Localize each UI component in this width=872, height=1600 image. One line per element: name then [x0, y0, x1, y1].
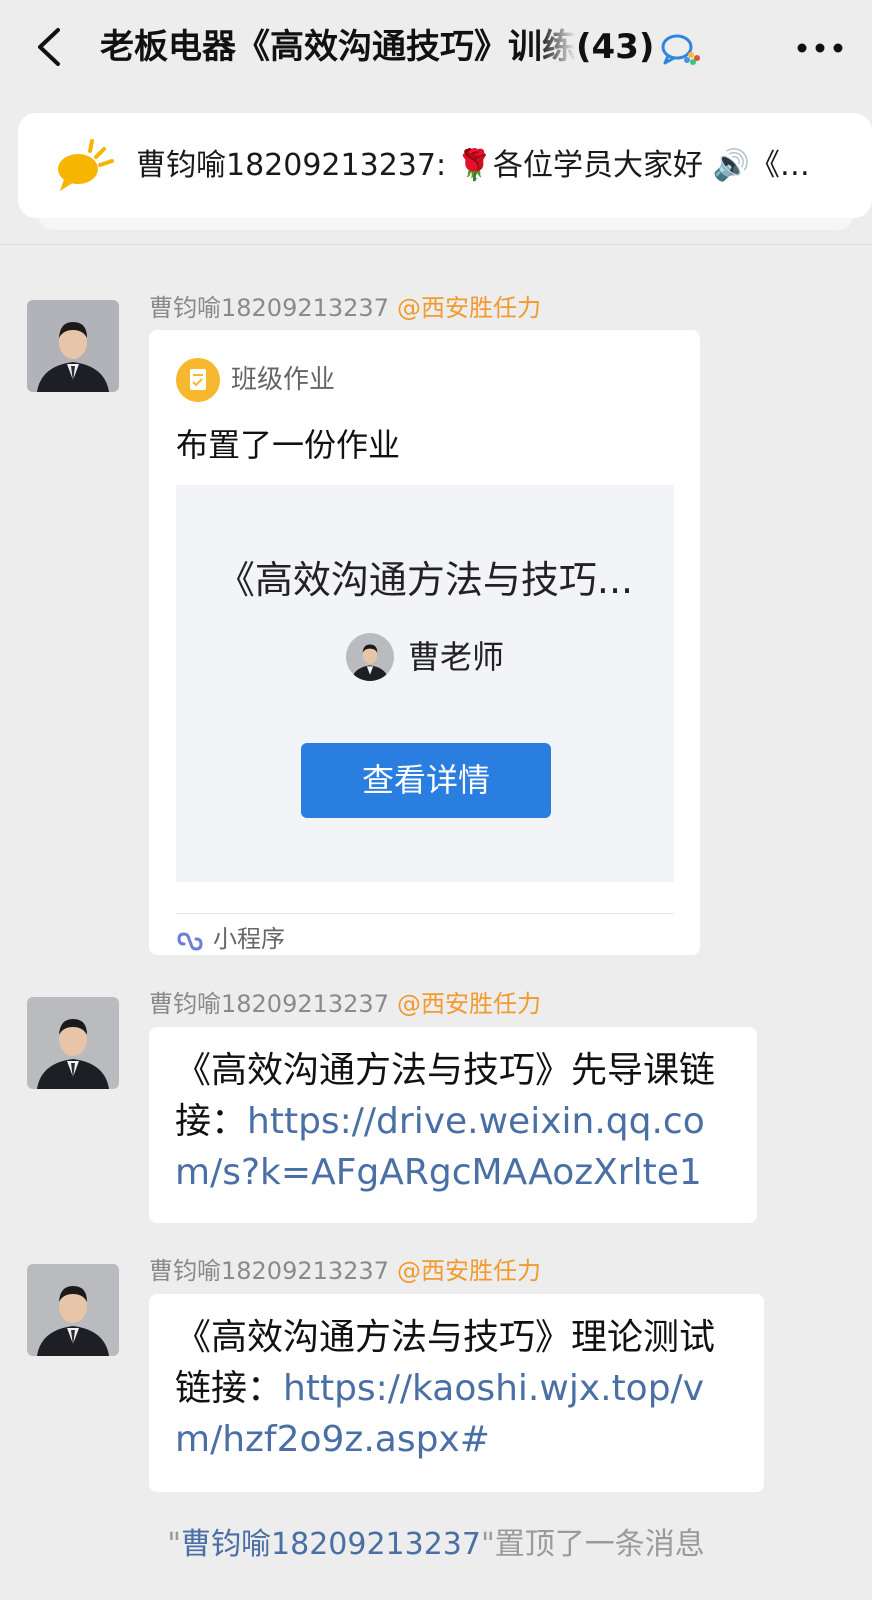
mini-program-source: 班级作业 — [231, 365, 336, 395]
divider — [0, 244, 872, 245]
sender-name: 曹钧喻18209213237 — [149, 294, 389, 322]
teacher-info: 曹老师 — [176, 633, 674, 683]
group-name: 老板电器《高效沟通技巧》训练 — [100, 27, 576, 67]
text-message-bubble[interactable]: 《高效沟通方法与技巧》先导课链接：https://drive.weixin.qq… — [149, 1027, 757, 1223]
message-link[interactable]: https://drive.weixin.qq.com/s?k=AFgARgcM… — [175, 1101, 705, 1193]
mention-tag[interactable]: @西安胜任力 — [397, 1257, 541, 1285]
sender-avatar[interactable] — [27, 300, 119, 392]
course-title: 《高效沟通方法与技巧... — [216, 558, 634, 602]
mini-program-card[interactable]: 班级作业 布置了一份作业 《高效沟通方法与技巧... 曹老师 查看详情 小程序 — [149, 330, 700, 955]
sender-avatar[interactable] — [27, 997, 119, 1089]
avatar-photo — [27, 300, 119, 392]
chevron-left-icon — [38, 28, 60, 66]
homework-app-icon — [176, 358, 220, 402]
back-button[interactable] — [30, 22, 70, 72]
sender-avatar[interactable] — [27, 1264, 119, 1356]
pinned-message-text: 曹钧喻18209213237: 🌹各位学员大家好 🔊《… — [136, 148, 810, 183]
view-details-button[interactable]: 查看详情 — [301, 743, 551, 818]
mention-tag[interactable]: @西安胜任力 — [397, 990, 541, 1018]
member-count: (43) — [576, 27, 655, 67]
card-divider — [176, 913, 674, 914]
announcement-bubble-icon — [56, 139, 124, 195]
notice-user-name[interactable]: 曹钧喻18209213237 — [181, 1527, 481, 1562]
text-message-bubble[interactable]: 《高效沟通方法与技巧》理论测试链接：https://kaoshi.wjx.top… — [149, 1294, 764, 1492]
sender-name: 曹钧喻18209213237 — [149, 990, 389, 1018]
card-headline: 布置了一份作业 — [176, 426, 401, 464]
sender-line: 曹钧喻18209213237 @西安胜任力 — [149, 292, 541, 324]
mini-program-icon — [175, 924, 205, 954]
system-pin-notice: "曹钧喻18209213237"置顶了一条消息 — [0, 1522, 872, 1568]
wecom-chat-icon — [660, 30, 702, 65]
card-preview-panel: 《高效沟通方法与技巧... 曹老师 查看详情 — [176, 485, 674, 882]
notice-text: "置顶了一条消息 — [480, 1527, 705, 1562]
teacher-name: 曹老师 — [407, 638, 504, 676]
teacher-avatar — [345, 633, 394, 681]
sender-line: 曹钧喻18209213237 @西安胜任力 — [149, 1255, 541, 1287]
mini-program-label: 小程序 — [213, 925, 285, 953]
sender-name: 曹钧喻18209213237 — [149, 1257, 389, 1285]
more-button[interactable] — [790, 28, 850, 68]
avatar-photo — [27, 997, 119, 1089]
sender-line: 曹钧喻18209213237 @西安胜任力 — [149, 988, 541, 1020]
chat-header: 老板电器《高效沟通技巧》训练(43) — [0, 0, 872, 96]
notice-quote-open: " — [167, 1527, 182, 1562]
mention-tag[interactable]: @西安胜任力 — [397, 294, 541, 322]
chat-title[interactable]: 老板电器《高效沟通技巧》训练(43) — [100, 22, 740, 72]
avatar-photo — [27, 1264, 119, 1356]
more-dots-icon — [797, 43, 843, 53]
pinned-message-bar[interactable]: 曹钧喻18209213237: 🌹各位学员大家好 🔊《… — [18, 113, 872, 218]
